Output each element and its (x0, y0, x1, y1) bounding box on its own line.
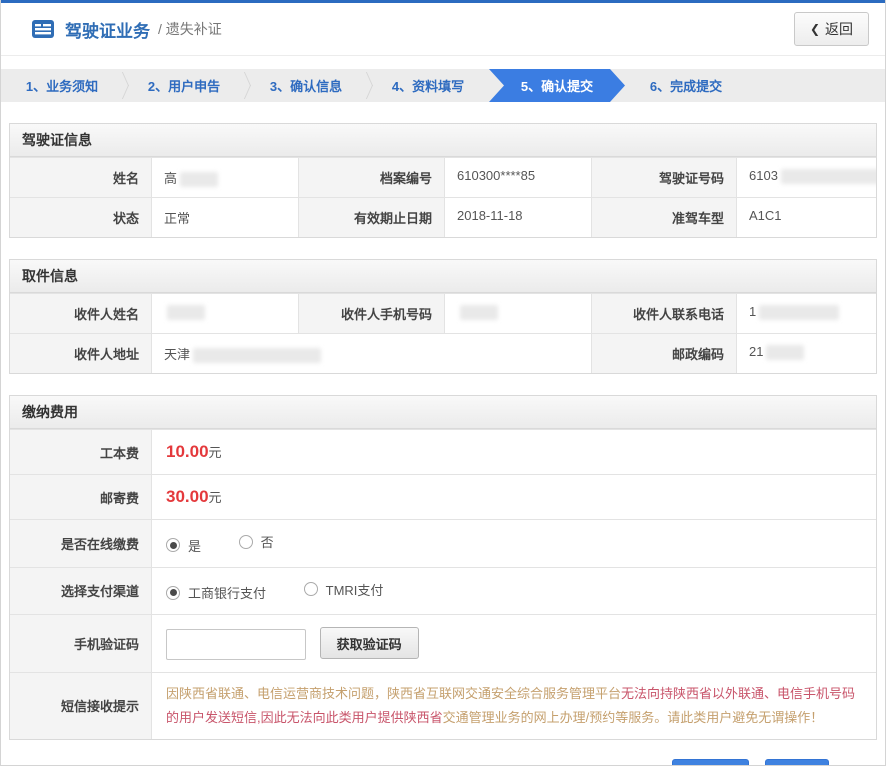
radio-online-pay-no[interactable]: 否 (239, 532, 274, 551)
back-button-label: 返回 (825, 19, 853, 39)
page-header: 驾驶证业务 / 遗失补证 ❮ 返回 (1, 3, 885, 56)
radio-channel-icbc[interactable]: 工商银行支付 (166, 583, 266, 602)
sms-notice-text: 因陕西省联通、电信运营商技术问题，陕西省互联网交通安全综合服务管理平台无法向持陕… (152, 673, 876, 739)
sms-code-input[interactable] (166, 629, 306, 660)
fee-label-production: 工本费 (10, 430, 152, 474)
redacted-value (460, 305, 498, 320)
fee-amount: 10.00 (166, 442, 209, 461)
field-label-status: 状态 (10, 198, 152, 237)
redacted-value (180, 172, 218, 187)
redacted-value (759, 305, 839, 320)
field-label-file-number: 档案编号 (299, 158, 445, 197)
wizard-steps: 1、业务须知 2、用户申告 3、确认信息 4、资料填写 5、确认提交 6、完成提… (1, 69, 885, 102)
pickup-section-title: 取件信息 (10, 260, 876, 293)
redacted-value (193, 348, 321, 363)
field-value-name: 高 (152, 158, 299, 197)
fee-row-production: 工本费 10.00元 (10, 429, 876, 474)
field-value-license-number: 6103 (737, 158, 876, 197)
field-label-expiry-date: 有效期止日期 (299, 198, 445, 237)
payment-section-title: 缴纳费用 (10, 396, 876, 429)
sms-code-label: 手机验证码 (10, 615, 152, 672)
fee-label-mailing: 邮寄费 (10, 475, 152, 519)
radio-selected-icon (166, 586, 180, 600)
page-title: 驾驶证业务 (65, 17, 150, 42)
field-value-status: 正常 (152, 198, 299, 237)
table-row: 状态 正常 有效期止日期 2018-11-18 准驾车型 A1C1 (10, 197, 876, 237)
radio-label: TMRI支付 (326, 580, 384, 599)
step-6-complete-submit[interactable]: 6、完成提交 (625, 69, 747, 102)
footer-actions: 上一步 完成 (1, 759, 885, 766)
sms-notice-row: 短信接收提示 因陕西省联通、电信运营商技术问题，陕西省互联网交通安全综合服务管理… (10, 672, 876, 739)
field-value-recipient-address: 天津 (152, 334, 592, 373)
payment-section: 缴纳费用 工本费 10.00元 邮寄费 30.00元 是否在线缴费 是 (9, 395, 877, 740)
radio-label: 是 (188, 536, 201, 555)
step-4-fill-data[interactable]: 4、资料填写 (367, 69, 489, 102)
app-window: 驾驶证业务 / 遗失补证 ❮ 返回 1、业务须知 2、用户申告 3、确认信息 4… (0, 0, 886, 766)
sms-notice-label: 短信接收提示 (10, 673, 152, 739)
field-value-vehicle-class: A1C1 (737, 198, 876, 237)
fee-amount: 30.00 (166, 487, 209, 506)
notice-segment: 因陕西省联通、电信运营商技术问题，陕西省互联网交通安全综合服务管理平台 (166, 686, 621, 701)
back-button[interactable]: ❮ 返回 (794, 12, 869, 46)
field-value-file-number: 610300****85 (445, 158, 592, 197)
field-label-recipient-phone: 收件人联系电话 (592, 294, 737, 333)
online-pay-options: 是 否 (152, 520, 876, 567)
radio-label: 工商银行支付 (188, 583, 266, 602)
fee-value-mailing: 30.00元 (152, 475, 876, 519)
license-info-section: 驾驶证信息 姓名 高 档案编号 610300****85 驾驶证号码 6103 … (9, 123, 877, 238)
field-label-license-number: 驾驶证号码 (592, 158, 737, 197)
field-label-recipient-mobile: 收件人手机号码 (299, 294, 445, 333)
fee-unit: 元 (209, 445, 222, 460)
redacted-value (167, 305, 205, 320)
radio-channel-tmri[interactable]: TMRI支付 (304, 580, 384, 599)
redacted-value (766, 345, 804, 360)
radio-label: 否 (261, 532, 274, 551)
radio-unselected-icon (304, 582, 318, 596)
field-label-recipient-name: 收件人姓名 (10, 294, 152, 333)
step-2-user-declaration[interactable]: 2、用户申告 (123, 69, 245, 102)
fee-row-mailing: 邮寄费 30.00元 (10, 474, 876, 519)
table-row: 姓名 高 档案编号 610300****85 驾驶证号码 6103 (10, 157, 876, 197)
previous-step-button[interactable]: 上一步 (672, 759, 749, 766)
radio-unselected-icon (239, 535, 253, 549)
online-pay-label: 是否在线缴费 (10, 520, 152, 567)
license-card-icon (31, 19, 55, 39)
pay-channel-row: 选择支付渠道 工商银行支付 TMRI支付 (10, 567, 876, 615)
field-value-expiry-date: 2018-11-18 (445, 198, 592, 237)
field-value-postal-code: 21 (737, 334, 876, 373)
notice-segment: 交通管理业务的网上办理/预约等服务。请此类用户避免无谓操作！ (443, 710, 824, 725)
get-sms-code-button[interactable]: 获取验证码 (320, 627, 419, 659)
steps-filler (747, 69, 885, 102)
step-5-confirm-submit[interactable]: 5、确认提交 (489, 69, 625, 102)
sms-code-row: 手机验证码 获取验证码 (10, 614, 876, 672)
fee-value-production: 10.00元 (152, 430, 876, 474)
online-pay-row: 是否在线缴费 是 否 (10, 519, 876, 567)
chevron-left-icon: ❮ (810, 22, 820, 36)
field-value-recipient-name (152, 294, 299, 333)
field-label-name: 姓名 (10, 158, 152, 197)
breadcrumb-subtitle: / 遗失补证 (158, 19, 222, 39)
pay-channel-label: 选择支付渠道 (10, 568, 152, 615)
step-3-confirm-info[interactable]: 3、确认信息 (245, 69, 367, 102)
sms-code-controls: 获取验证码 (152, 615, 876, 672)
field-label-vehicle-class: 准驾车型 (592, 198, 737, 237)
redacted-value (781, 169, 876, 184)
pay-channel-options: 工商银行支付 TMRI支付 (152, 568, 876, 615)
radio-online-pay-yes[interactable]: 是 (166, 536, 201, 555)
fee-unit: 元 (209, 490, 222, 505)
field-value-recipient-phone: 1 (737, 294, 876, 333)
field-label-postal-code: 邮政编码 (592, 334, 737, 373)
field-label-recipient-address: 收件人地址 (10, 334, 152, 373)
step-1-business-notes[interactable]: 1、业务须知 (1, 69, 123, 102)
field-value-recipient-mobile (445, 294, 592, 333)
finish-button[interactable]: 完成 (765, 759, 829, 766)
license-section-title: 驾驶证信息 (10, 124, 876, 157)
pickup-info-section: 取件信息 收件人姓名 收件人手机号码 收件人联系电话 1 收件人地址 天津 邮政… (9, 259, 877, 374)
radio-selected-icon (166, 538, 180, 552)
table-row: 收件人姓名 收件人手机号码 收件人联系电话 1 (10, 293, 876, 333)
table-row: 收件人地址 天津 邮政编码 21 (10, 333, 876, 373)
